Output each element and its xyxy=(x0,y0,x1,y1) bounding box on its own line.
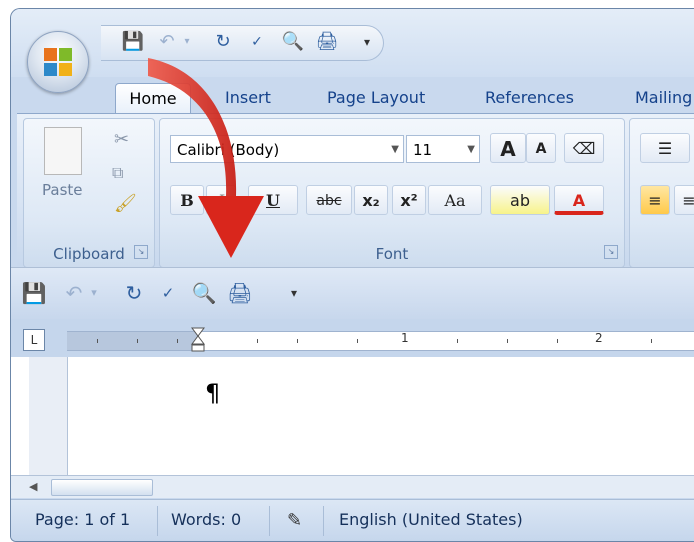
ruler-tick xyxy=(177,339,178,343)
office-logo-icon xyxy=(44,48,72,76)
spelling-icon[interactable]: ✓ xyxy=(245,30,269,54)
scrollbar-thumb[interactable] xyxy=(51,479,153,496)
font-color-button[interactable]: A xyxy=(554,185,604,215)
bold-button[interactable]: B xyxy=(170,185,204,215)
subscript-button[interactable]: x₂ xyxy=(354,185,388,215)
save-icon[interactable]: 💾 xyxy=(21,280,47,306)
highlight-button[interactable]: ab xyxy=(490,185,550,215)
spelling-icon[interactable]: ✓ xyxy=(155,280,181,306)
clipboard-group: Paste ✂ ⧉ 🖌 Clipboard ↘ xyxy=(23,118,155,268)
status-divider xyxy=(269,506,270,536)
paste-icon[interactable] xyxy=(44,127,82,175)
copy-icon[interactable]: ⧉ xyxy=(112,163,123,183)
print-preview-icon[interactable]: 🔍 xyxy=(281,30,305,54)
ruler-tick xyxy=(137,339,138,343)
print-icon[interactable]: 🖨 xyxy=(227,280,253,306)
scroll-left-icon[interactable]: ◀ xyxy=(29,480,37,493)
bullets-icon[interactable]: ☰ xyxy=(640,133,690,163)
redo-icon[interactable]: ↻ xyxy=(211,30,235,54)
font-size-value: 11 xyxy=(413,141,433,159)
paragraph-group: ☰ ≡ ≡ xyxy=(629,118,694,268)
quick-access-toolbar-below-ribbon: 💾 ↶ ▾ ↻ ✓ 🔍 🖨 ▾ xyxy=(11,267,694,322)
ruler-margin xyxy=(67,332,199,350)
ribbon-tabs: Home Insert Page Layout References Maili… xyxy=(11,77,694,115)
font-name-value: Calibri (Body) xyxy=(177,141,280,159)
paragraph-mark: ¶ xyxy=(205,379,221,407)
underline-button[interactable]: U xyxy=(248,185,298,215)
strikethrough-button[interactable]: abc xyxy=(306,185,352,215)
tab-home[interactable]: Home xyxy=(115,83,191,114)
title-bar: 💾 ↶ ▾ ↻ ✓ 🔍 🖨 ▾ xyxy=(11,9,694,77)
paste-button[interactable]: Paste xyxy=(42,181,83,199)
font-name-combo[interactable]: Calibri (Body) ▼ xyxy=(170,135,404,163)
tab-insert[interactable]: Insert xyxy=(225,83,271,113)
horizontal-scrollbar[interactable]: ◀ xyxy=(11,475,694,498)
tab-page-layout[interactable]: Page Layout xyxy=(327,83,425,113)
font-size-combo[interactable]: 11 ▼ xyxy=(406,135,480,163)
customize-arrow-icon[interactable]: ▾ xyxy=(281,280,307,306)
status-bar: Page: 1 of 1 Words: 0 ✎ English (United … xyxy=(11,499,694,541)
align-center-icon[interactable]: ≡ xyxy=(674,185,694,215)
document-area[interactable]: ¶ xyxy=(11,357,694,475)
shrink-font-button[interactable]: A xyxy=(526,133,556,163)
font-group: Calibri (Body) ▼ 11 ▼ A A ⌫ B I U abc x₂… xyxy=(159,118,625,268)
ruler-mark-2: 2 xyxy=(595,331,603,345)
redo-icon[interactable]: ↻ xyxy=(121,280,147,306)
undo-dropdown-icon[interactable]: ▾ xyxy=(81,280,107,306)
print-icon[interactable]: 🖨 xyxy=(315,30,339,54)
proofing-icon[interactable]: ✎ xyxy=(287,510,302,531)
align-left-icon[interactable]: ≡ xyxy=(640,185,670,215)
change-case-button[interactable]: Aa xyxy=(428,185,482,215)
word-window: 💾 ↶ ▾ ↻ ✓ 🔍 🖨 ▾ Home Insert Page Layout … xyxy=(10,8,694,542)
word-count[interactable]: Words: 0 xyxy=(171,510,241,529)
ruler-tick xyxy=(651,339,652,343)
ribbon: Paste ✂ ⧉ 🖌 Clipboard ↘ Calibri (Body) ▼… xyxy=(17,113,694,268)
chevron-down-icon[interactable]: ▼ xyxy=(467,136,475,164)
clear-formatting-icon[interactable]: ⌫ xyxy=(564,133,604,163)
clipboard-launcher-icon[interactable]: ↘ xyxy=(134,245,148,259)
grow-font-button[interactable]: A xyxy=(490,133,526,163)
font-launcher-icon[interactable]: ↘ xyxy=(604,245,618,259)
ruler-tick xyxy=(507,339,508,343)
ruler-tick xyxy=(557,339,558,343)
horizontal-ruler[interactable]: 1 2 xyxy=(67,327,694,352)
ruler-tick xyxy=(297,339,298,343)
undo-dropdown-icon[interactable]: ▾ xyxy=(175,30,199,54)
ruler-tick xyxy=(97,339,98,343)
status-divider xyxy=(157,506,158,536)
customize-arrow-icon[interactable]: ▾ xyxy=(355,30,379,54)
ruler-tick xyxy=(357,339,358,343)
tab-mailings[interactable]: Mailing xyxy=(635,83,692,113)
indent-marker-icon[interactable] xyxy=(191,327,205,353)
page-count[interactable]: Page: 1 of 1 xyxy=(35,510,130,529)
format-painter-icon[interactable]: 🖌 xyxy=(114,193,137,214)
tab-references[interactable]: References xyxy=(485,83,574,113)
ruler-mark-1: 1 xyxy=(401,331,409,345)
vertical-ruler xyxy=(29,357,68,475)
superscript-button[interactable]: x² xyxy=(392,185,426,215)
italic-button[interactable]: I xyxy=(206,185,236,215)
cut-icon[interactable]: ✂ xyxy=(114,129,129,150)
office-button[interactable] xyxy=(27,31,89,93)
quick-access-toolbar: 💾 ↶ ▾ ↻ ✓ 🔍 🖨 ▾ xyxy=(101,25,384,61)
print-preview-icon[interactable]: 🔍 xyxy=(191,280,217,306)
ruler-tick xyxy=(257,339,258,343)
ruler-tick xyxy=(457,339,458,343)
status-divider xyxy=(323,506,324,536)
ruler-row: L 1 2 xyxy=(11,319,694,359)
tab-selector-icon[interactable]: L xyxy=(23,329,45,351)
save-icon[interactable]: 💾 xyxy=(121,30,145,54)
language-indicator[interactable]: English (United States) xyxy=(339,510,523,529)
chevron-down-icon[interactable]: ▼ xyxy=(391,136,399,164)
font-group-label: Font xyxy=(375,245,409,263)
